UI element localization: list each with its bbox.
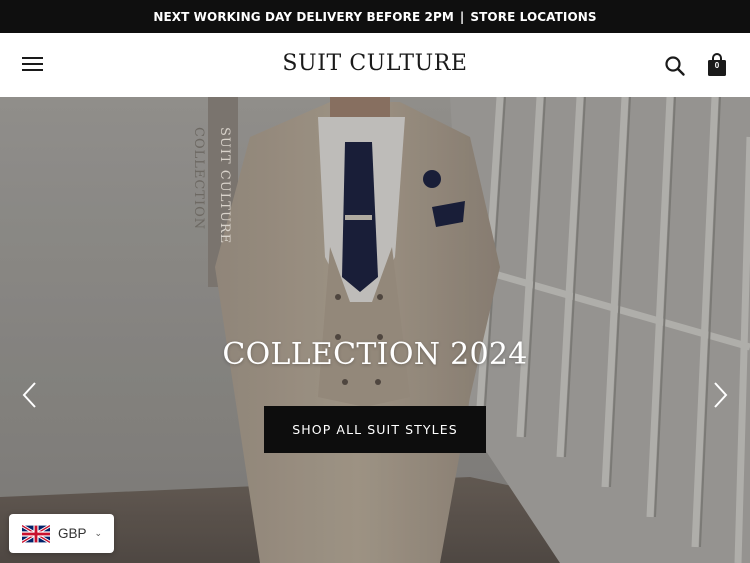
hero-slider: SUIT CULTURE COLLECTION COLLECTION 2024 … bbox=[0, 97, 750, 563]
shop-all-suit-styles-button[interactable]: SHOP ALL SUIT STYLES bbox=[264, 406, 486, 453]
currency-code: GBP bbox=[58, 526, 87, 541]
banner-text-suit-culture: SUIT CULTURE bbox=[217, 127, 232, 245]
cart-count: 0 bbox=[714, 61, 720, 70]
site-logo[interactable]: SUIT CULTURE bbox=[0, 51, 750, 76]
chevron-right-icon[interactable] bbox=[710, 380, 730, 410]
chevron-down-icon: ⌄ bbox=[94, 528, 103, 538]
cart-button[interactable]: 0 bbox=[706, 52, 728, 78]
site-header: SUIT CULTURE 0 bbox=[0, 33, 750, 97]
chevron-left-icon[interactable] bbox=[20, 380, 40, 410]
search-icon[interactable] bbox=[664, 55, 686, 77]
currency-selector[interactable]: GBP ⌄ bbox=[9, 514, 114, 553]
banner-text-collection: COLLECTION bbox=[191, 127, 206, 231]
hero-image bbox=[0, 97, 750, 563]
announcement-separator: | bbox=[459, 9, 465, 24]
announcement-bar: NEXT WORKING DAY DELIVERY BEFORE 2PM | S… bbox=[0, 0, 750, 33]
delivery-link[interactable]: NEXT WORKING DAY DELIVERY BEFORE 2PM bbox=[153, 10, 454, 24]
store-locations-link[interactable]: STORE LOCATIONS bbox=[470, 10, 596, 24]
hero-title: COLLECTION 2024 bbox=[222, 337, 528, 372]
uk-flag-icon bbox=[22, 524, 50, 543]
